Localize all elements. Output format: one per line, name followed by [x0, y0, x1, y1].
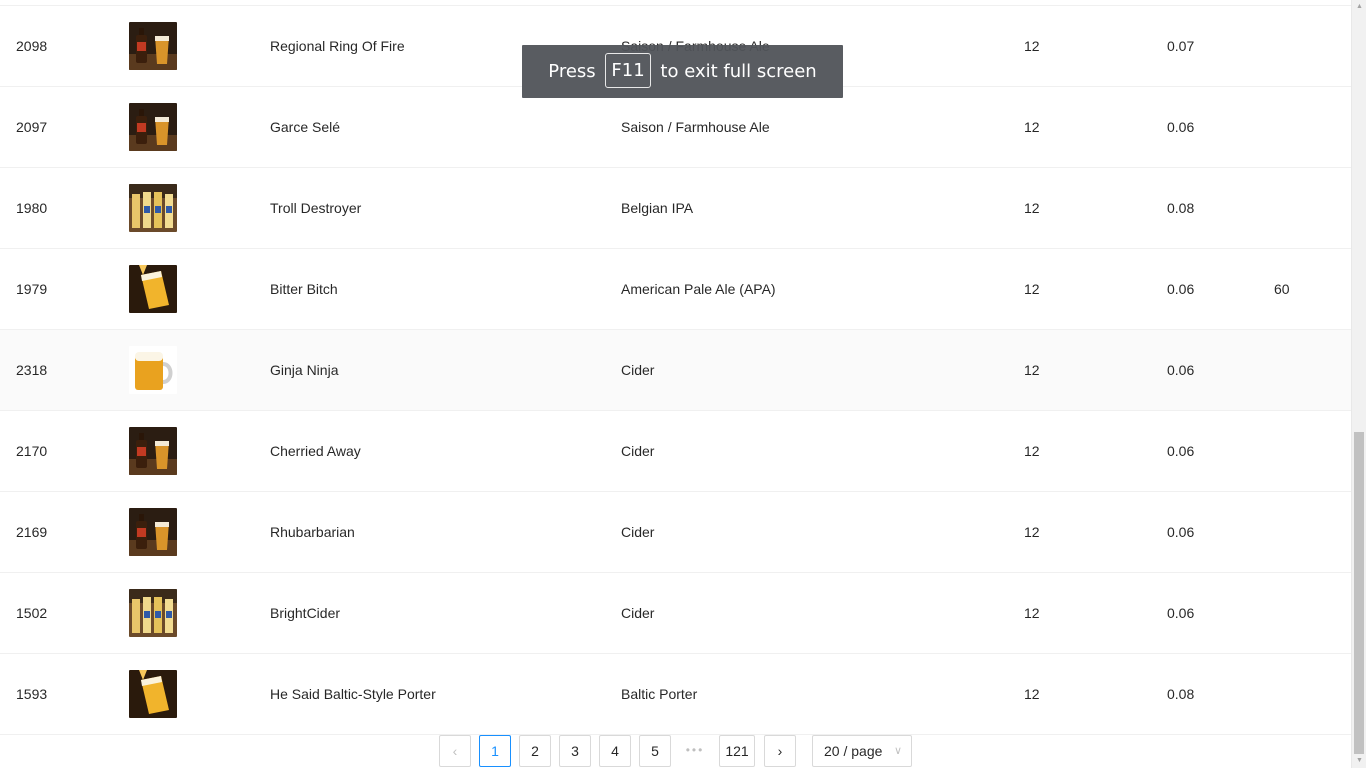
page-4-button[interactable]: 4: [599, 735, 631, 767]
beer-abv-cell: 0.06: [1167, 605, 1195, 621]
chevron-right-icon: ›: [777, 743, 783, 759]
table-row[interactable]: 1979 Bitter Bitch American Pale Ale (APA) 1…: [0, 249, 1351, 330]
beer-id-cell: 2170: [16, 443, 48, 459]
scroll-down-icon[interactable]: ▼: [1352, 754, 1366, 768]
beer-style-cell: Belgian IPA: [621, 200, 694, 216]
beer-id-cell: 2169: [16, 524, 48, 540]
beer-abv-cell: 0.06: [1167, 443, 1195, 459]
beer-ounces-cell: 12: [1024, 605, 1040, 621]
beer-id-cell: 1979: [16, 281, 48, 297]
pouring-glass-thumbnail: [129, 265, 177, 313]
beer-id-cell: 1980: [16, 200, 48, 216]
beer-image-cell: [129, 589, 177, 637]
table-row[interactable]: 2097 Garce Selé Saison / Farmhouse Ale 12 0.…: [0, 87, 1351, 168]
beer-abv-cell: 0.08: [1167, 200, 1195, 216]
pagination: ‹ 1 2 3 4 5 ••• 121 › 20 / page ∨: [0, 735, 1351, 767]
vertical-scrollbar[interactable]: ▲ ▼: [1351, 0, 1366, 768]
beer-name-cell: Bitter Bitch: [270, 281, 338, 297]
bottle-and-glass-thumbnail: [129, 22, 177, 70]
beer-style-cell: Cider: [621, 605, 655, 621]
beer-ounces-cell: 12: [1024, 362, 1040, 378]
beer-id-cell: 1502: [16, 605, 48, 621]
chevron-down-icon: ∨: [893, 745, 902, 757]
beer-style-cell: Baltic Porter: [621, 686, 698, 702]
beer-image-cell: [129, 346, 177, 394]
fullscreen-notice-prefix: Press: [548, 61, 596, 82]
beer-id-cell: 2318: [16, 362, 48, 378]
table-row[interactable]: 1980 Troll Destroyer Belgian IPA 12 0.08: [0, 168, 1351, 249]
beer-table: 2098 Regional Ring Of Fire Saison / Farmho…: [0, 5, 1351, 735]
beer-image-cell: [129, 670, 177, 718]
table-row[interactable]: 1502 BrightCider Cider 12 0.06: [0, 573, 1351, 654]
page-5-button[interactable]: 5: [639, 735, 671, 767]
page-3-button[interactable]: 3: [559, 735, 591, 767]
beer-image-cell: [129, 22, 177, 70]
bottle-and-glass-thumbnail: [129, 427, 177, 475]
page-121-button[interactable]: 121: [719, 735, 755, 767]
beer-ounces-cell: 12: [1024, 281, 1040, 297]
table-row[interactable]: 2170 Cherried Away Cider 12 0.06: [0, 411, 1351, 492]
beer-style-cell: Cider: [621, 362, 655, 378]
beer-id-cell: 1593: [16, 686, 48, 702]
bottles-row-thumbnail: [129, 184, 177, 232]
scrollbar-thumb[interactable]: [1354, 432, 1364, 754]
page-size-value: 20 / page: [824, 743, 883, 759]
beer-ibu-cell: 60: [1274, 281, 1290, 297]
page-2-button[interactable]: 2: [519, 735, 551, 767]
beer-ounces-cell: 12: [1024, 119, 1040, 135]
beer-name-cell: Cherried Away: [270, 443, 361, 459]
beer-style-cell: Saison / Farmhouse Ale: [621, 119, 770, 135]
beer-abv-cell: 0.08: [1167, 686, 1195, 702]
bottle-and-glass-thumbnail: [129, 508, 177, 556]
bottles-row-thumbnail: [129, 589, 177, 637]
beer-name-cell: Garce Selé: [270, 119, 341, 135]
beer-abv-cell: 0.06: [1167, 362, 1195, 378]
fullscreen-notice: Press F11 to exit full screen: [522, 45, 843, 98]
next-page-button[interactable]: ›: [764, 735, 796, 767]
beer-ounces-cell: 12: [1024, 524, 1040, 540]
f11-key: F11: [605, 52, 651, 88]
beer-mug-thumbnail: [129, 346, 177, 394]
table-row[interactable]: 1593 He Said Baltic-Style Porter Baltic Po…: [0, 654, 1351, 735]
beer-id-cell: 2097: [16, 119, 48, 135]
beer-name-cell: Rhubarbarian: [270, 524, 355, 540]
page-viewport: 2098 Regional Ring Of Fire Saison / Farmho…: [0, 0, 1351, 768]
beer-image-cell: [129, 427, 177, 475]
jump-next-ellipsis[interactable]: •••: [679, 735, 711, 767]
scroll-up-icon[interactable]: ▲: [1352, 0, 1366, 14]
beer-ounces-cell: 12: [1024, 38, 1040, 54]
beer-abv-cell: 0.06: [1167, 119, 1195, 135]
beer-name-cell: Troll Destroyer: [270, 200, 362, 216]
fullscreen-notice-suffix: to exit full screen: [660, 61, 817, 82]
beer-id-cell: 2098: [16, 38, 48, 54]
beer-image-cell: [129, 265, 177, 313]
beer-name-cell: Regional Ring Of Fire: [270, 38, 405, 54]
beer-image-cell: [129, 508, 177, 556]
beer-abv-cell: 0.07: [1167, 38, 1195, 54]
beer-name-cell: Ginja Ninja: [270, 362, 339, 378]
beer-style-cell: American Pale Ale (APA): [621, 281, 776, 297]
beer-abv-cell: 0.06: [1167, 281, 1195, 297]
table-row[interactable]: 2318 Ginja Ninja Cider 12 0.06: [0, 330, 1351, 411]
beer-ounces-cell: 12: [1024, 443, 1040, 459]
beer-image-cell: [129, 184, 177, 232]
page-size-select[interactable]: 20 / page ∨: [812, 735, 912, 767]
chevron-left-icon: ‹: [452, 743, 458, 759]
pouring-glass-thumbnail: [129, 670, 177, 718]
beer-name-cell: BrightCider: [270, 605, 341, 621]
table-row[interactable]: 2169 Rhubarbarian Cider 12 0.06: [0, 492, 1351, 573]
page-1-button[interactable]: 1: [479, 735, 511, 767]
beer-ounces-cell: 12: [1024, 686, 1040, 702]
beer-style-cell: Cider: [621, 443, 655, 459]
bottle-and-glass-thumbnail: [129, 103, 177, 151]
beer-image-cell: [129, 103, 177, 151]
beer-ounces-cell: 12: [1024, 200, 1040, 216]
beer-name-cell: He Said Baltic-Style Porter: [270, 686, 436, 702]
prev-page-button[interactable]: ‹: [439, 735, 471, 767]
beer-abv-cell: 0.06: [1167, 524, 1195, 540]
beer-style-cell: Cider: [621, 524, 655, 540]
